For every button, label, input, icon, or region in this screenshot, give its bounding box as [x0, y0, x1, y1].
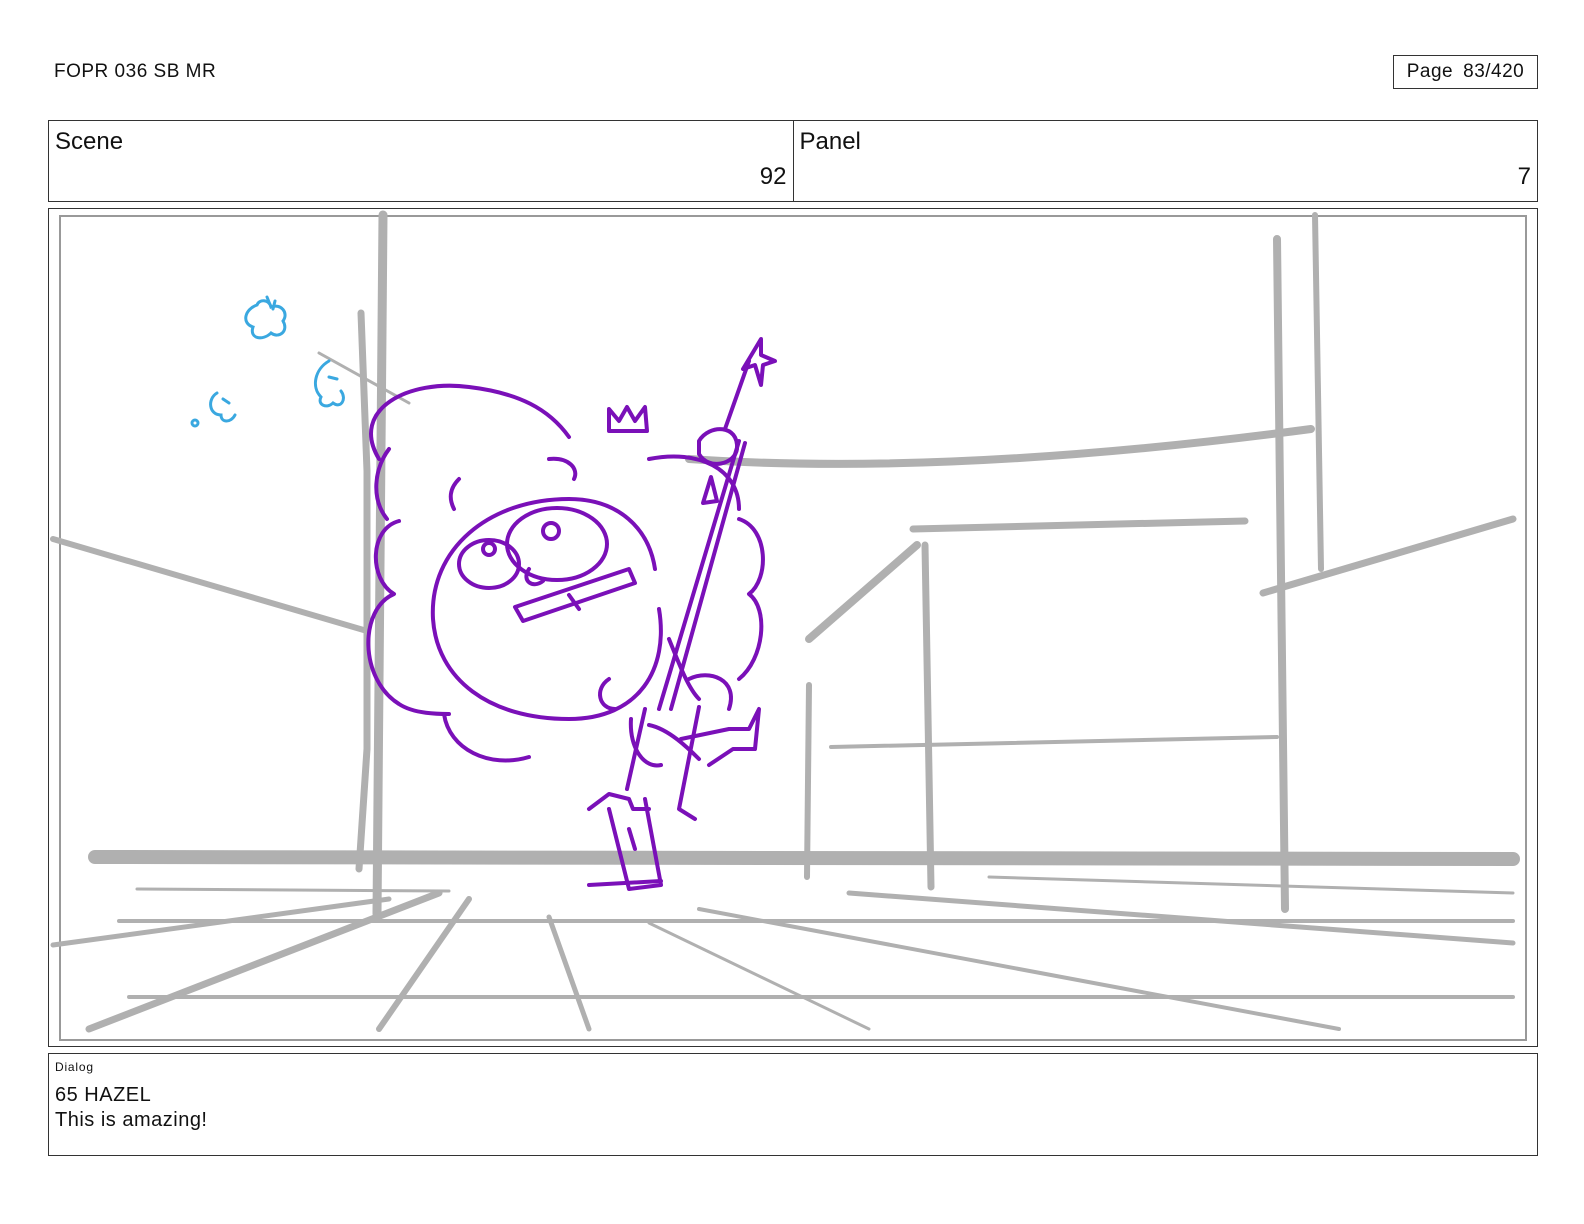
dialog-text: This is amazing! — [55, 1109, 208, 1131]
dialog-speaker: 65 HAZEL — [55, 1084, 152, 1106]
dialog-label: Dialog — [55, 1060, 94, 1074]
document-title: FOPR 036 SB MR — [54, 61, 217, 82]
scene-panel-info: Scene 92 Panel 7 — [48, 120, 1538, 202]
background-sketch — [50, 210, 1520, 1033]
panel-label: Panel — [799, 128, 861, 155]
page-label: Page — [1406, 61, 1454, 82]
storyboard-panel — [48, 208, 1538, 1047]
panel-number: 7 — [1517, 163, 1531, 190]
sparkle-effects — [190, 295, 345, 428]
scene-label: Scene — [55, 128, 124, 155]
scene-number: 92 — [759, 163, 787, 190]
scene-cell: Scene 92 — [49, 121, 793, 201]
storyboard-sketch — [50, 210, 1527, 1041]
page-indicator: Page 83/420 — [1393, 55, 1538, 89]
hazel-character-sketch — [366, 337, 777, 891]
page-number: 83/420 — [1463, 61, 1525, 82]
panel-cell: Panel 7 — [792, 121, 1538, 201]
dialog-box: Dialog 65 HAZEL This is amazing! — [48, 1053, 1538, 1156]
